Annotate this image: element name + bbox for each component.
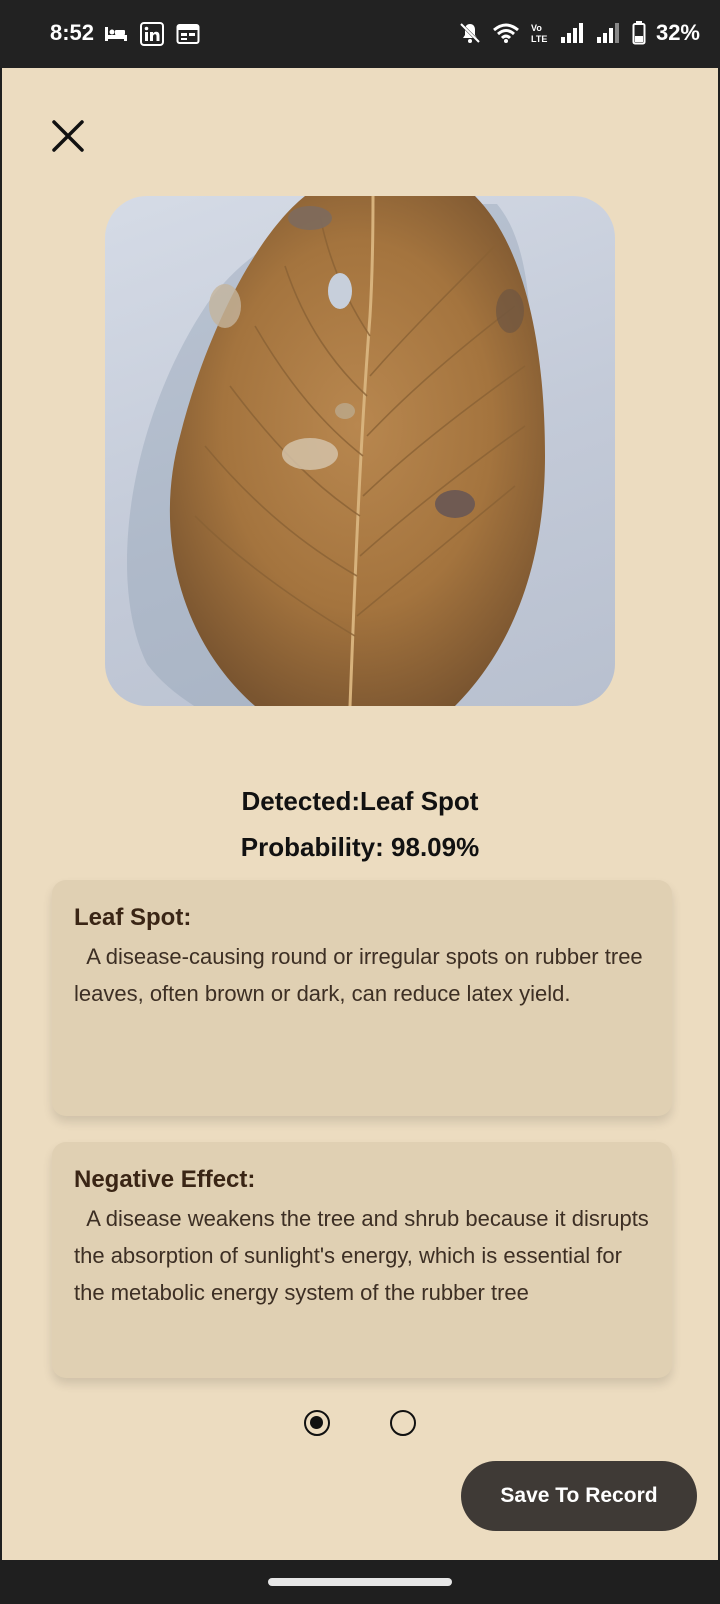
card-title: Leaf Spot: [74,904,192,931]
svg-text:Vo: Vo [531,23,542,33]
home-gesture-handle[interactable] [268,1578,452,1586]
save-to-record-button[interactable]: Save To Record [461,1461,697,1531]
probability-label: Probability: 98.09% [240,832,480,862]
sleep-icon [105,27,127,41]
negative-effect-card: Negative Effect: A disease weakens the t… [52,1142,672,1378]
status-right-icons: Vo LTE 32% [458,20,700,46]
leaf-photo [105,196,615,706]
svg-text:LTE: LTE [531,34,547,44]
page-indicator-1[interactable] [304,1410,330,1436]
status-time: 8:52 [50,20,95,45]
signal-icon [560,23,583,43]
card-body: A disease-causing round or irregular spo… [74,944,649,1006]
battery-icon [632,21,646,45]
navigation-bar [0,1560,720,1604]
card-title: Negative Effect: [74,1166,256,1193]
status-left-icons [104,22,200,46]
linkedin-icon [140,22,164,46]
page-indicator-2[interactable] [390,1410,416,1436]
close-icon[interactable] [48,116,88,156]
volte-icon: Vo LTE [531,23,547,44]
notifications-off-icon [459,22,481,44]
signal-icon [596,23,619,43]
wifi-icon [492,23,519,43]
calendar-icon [176,24,200,44]
battery-percentage: 32% [655,20,700,45]
detected-label: Detected:Leaf Spot [241,786,479,816]
description-card: Leaf Spot: A disease-causing round or ir… [52,880,672,1116]
status-bar: 8:52 Vo LTE 32% [0,0,720,68]
card-body: A disease weakens the tree and shrub bec… [74,1206,655,1305]
